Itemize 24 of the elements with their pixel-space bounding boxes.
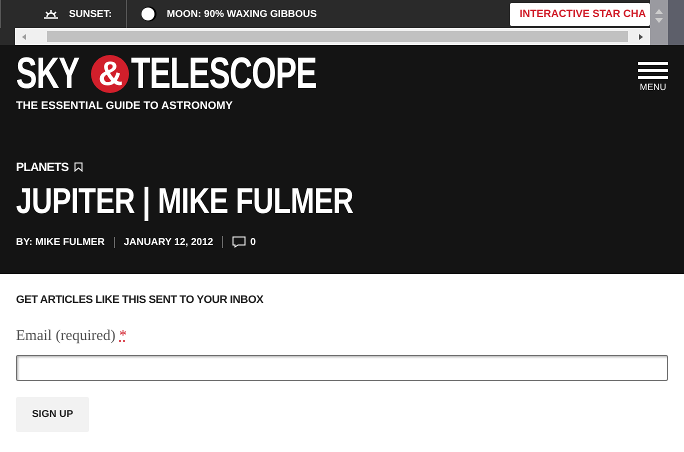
author-byline: BY: MIKE FULMER: [16, 236, 106, 248]
logo-ampersand: &: [91, 55, 130, 93]
signup-button[interactable]: SIGN UP: [16, 397, 90, 432]
menu-icon: [638, 62, 668, 79]
sunset-label: SUNSET:: [69, 8, 112, 20]
article-title: JUPITER | MIKE FULMER: [16, 180, 354, 222]
signup-heading: GET ARTICLES LIKE THIS SENT TO YOUR INBOX: [16, 294, 264, 306]
moon-phase: MOON: 90% WAXING GIBBOUS: [166, 8, 317, 20]
menu-button[interactable]: MENU: [638, 52, 668, 112]
tagline: THE ESSENTIAL GUIDE TO ASTRONOMY: [16, 100, 234, 112]
comment-count: 0: [250, 236, 256, 248]
comment-icon[interactable]: [232, 236, 246, 248]
vertical-scrollbar[interactable]: [650, 0, 684, 45]
bookmark-icon[interactable]: [74, 162, 83, 172]
logo-text: SKY: [16, 52, 79, 96]
logo-text: TELESCOPE: [131, 52, 317, 96]
horizontal-scrollbar[interactable]: [15, 28, 650, 45]
email-field[interactable]: [16, 355, 668, 381]
star-chart-button[interactable]: INTERACTIVE STAR CHA: [510, 2, 650, 26]
category-link[interactable]: PLANETS: [16, 160, 69, 174]
sunset-icon: [43, 9, 59, 19]
article-date: JANUARY 12, 2012: [114, 236, 222, 248]
email-label: Email (required) *: [16, 328, 128, 345]
moon-icon: [140, 6, 157, 22]
